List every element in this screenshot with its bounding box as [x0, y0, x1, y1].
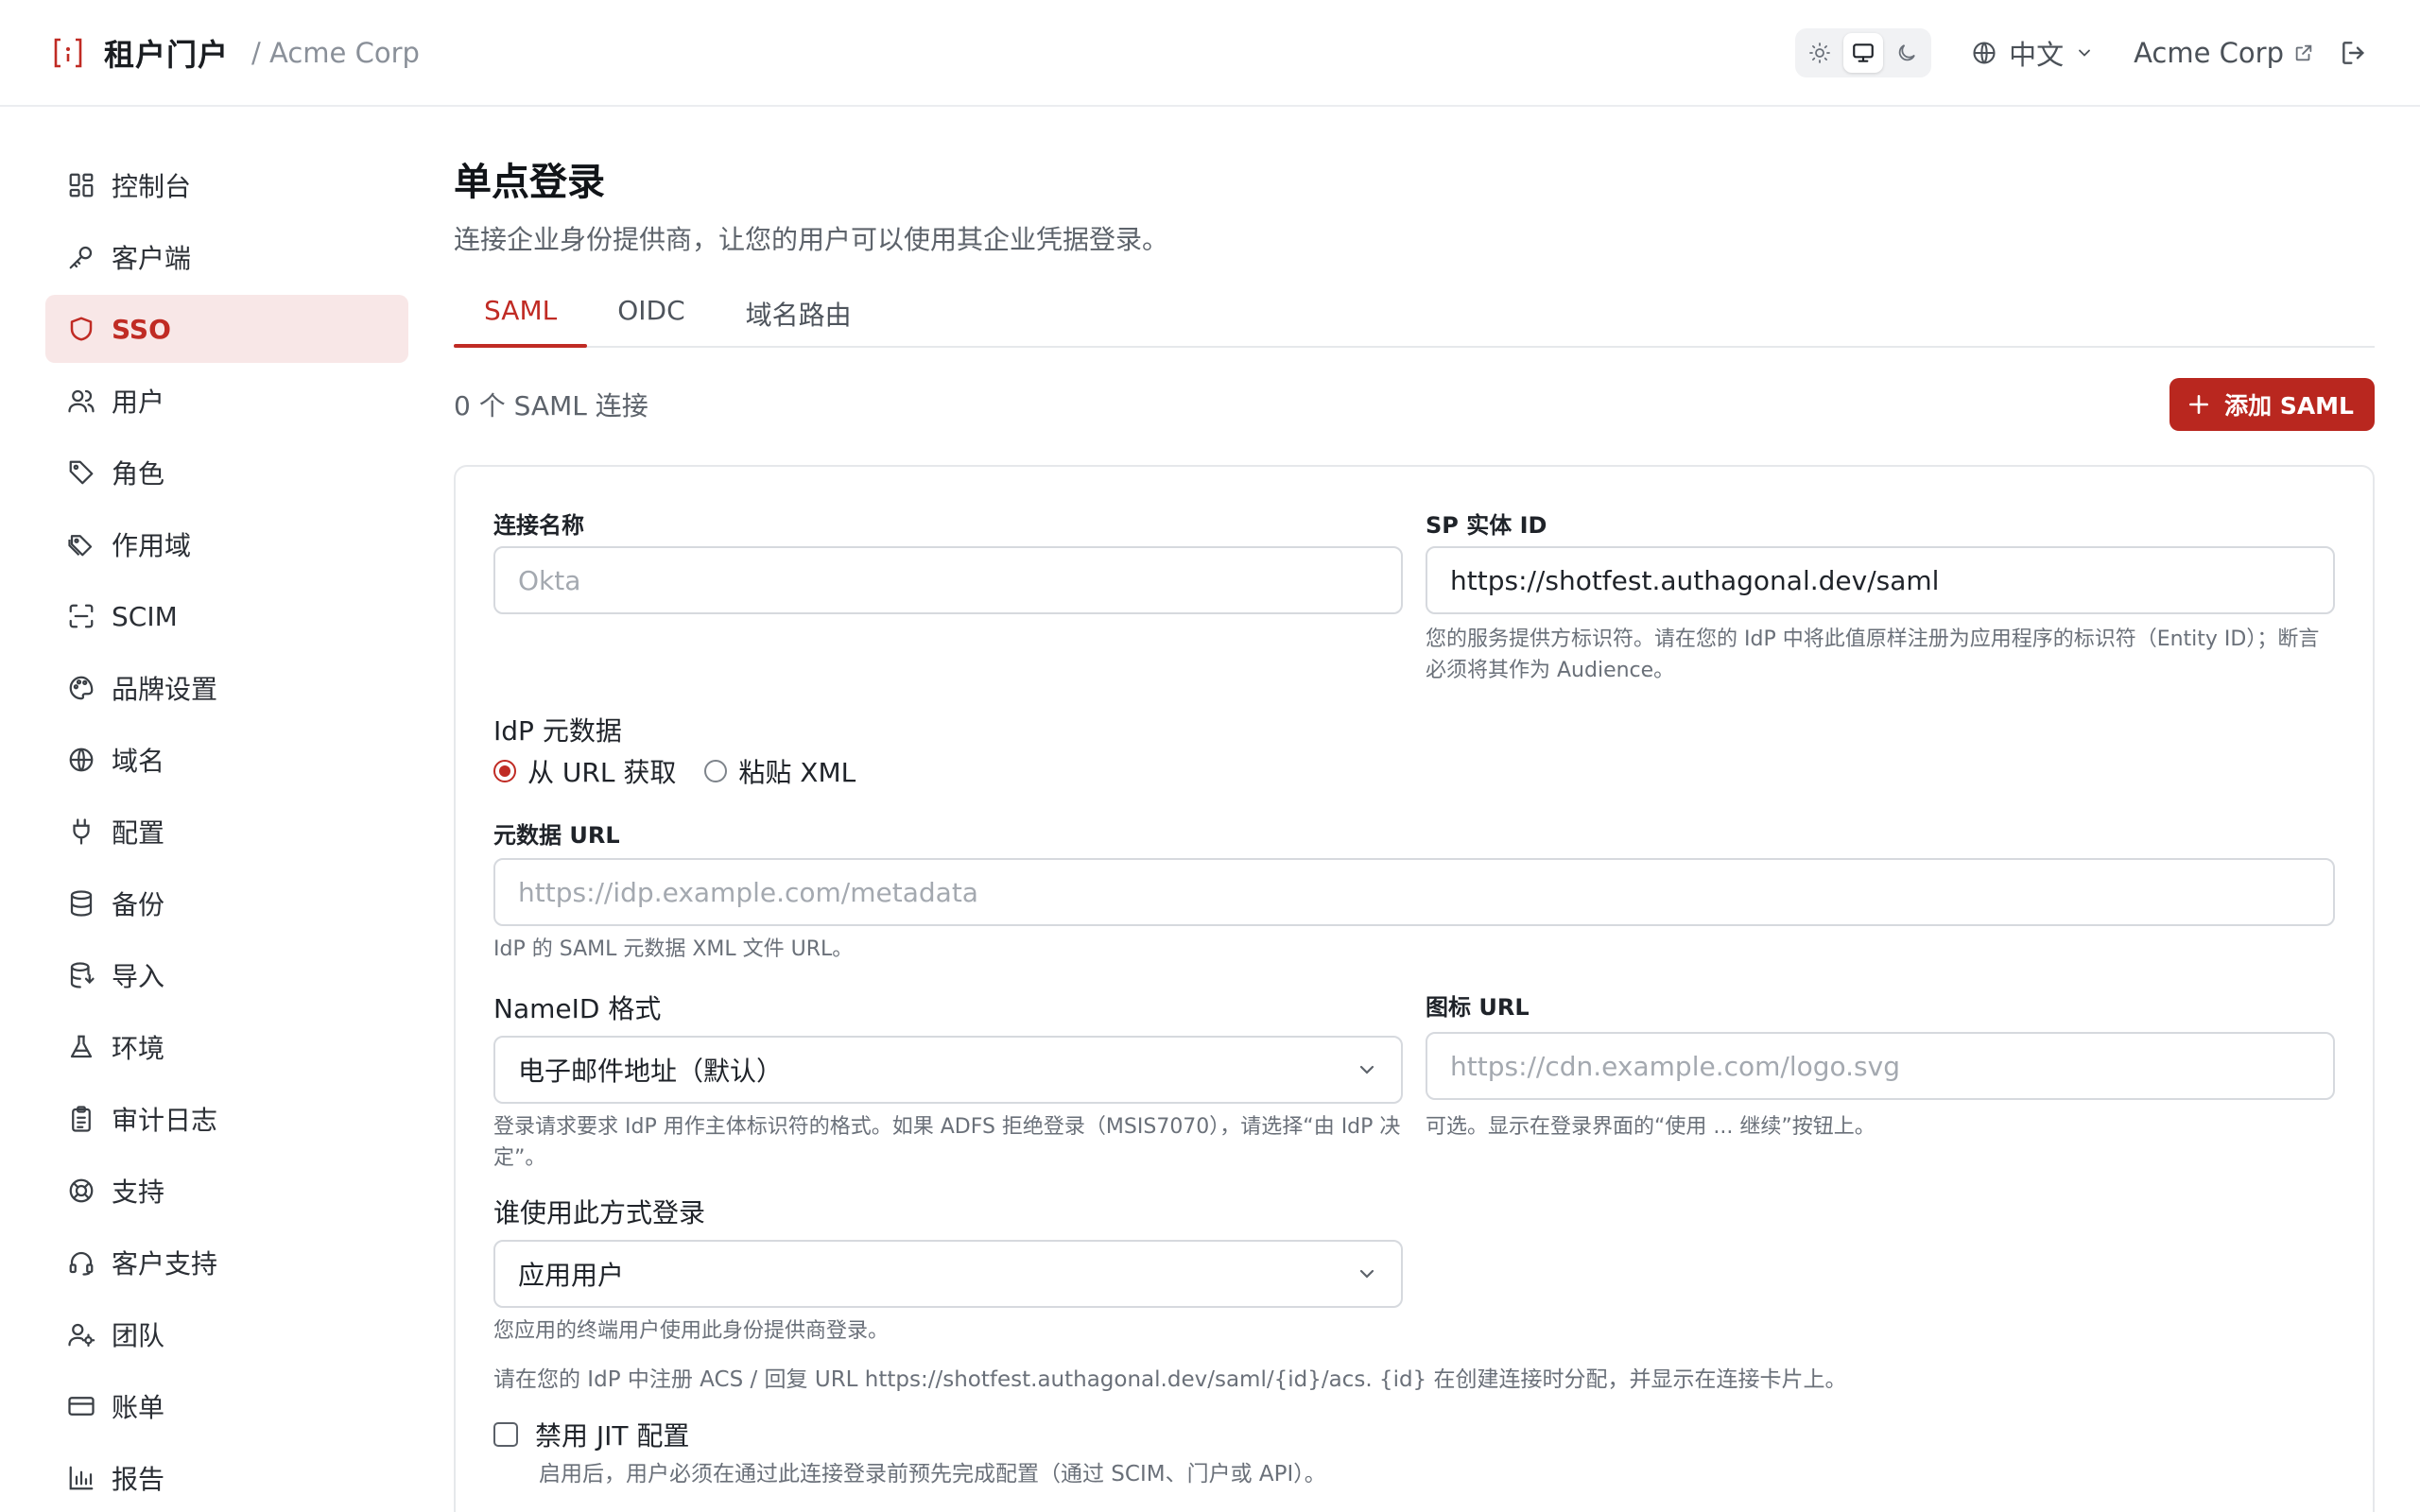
sidebar-item-dashboard[interactable]: 控制台: [45, 151, 408, 219]
moon-icon: [1895, 42, 1918, 64]
globe-icon: [1971, 40, 1997, 66]
dark-theme-button[interactable]: [1887, 33, 1927, 73]
sidebar-item-audit-log[interactable]: 审计日志: [45, 1085, 408, 1153]
tab-oidc[interactable]: OIDC: [587, 289, 715, 346]
page-title: 单点登录: [454, 161, 605, 204]
database-icon: [66, 888, 96, 919]
credit-card-icon: [66, 1391, 96, 1421]
language-label: 中文: [2009, 38, 2065, 71]
connection-name-label: 连接名称: [493, 512, 584, 539]
tab-domain-routing[interactable]: 域名路由: [716, 289, 882, 346]
sp-entity-id-input[interactable]: https://shotfest.authagonal.dev/saml: [1426, 546, 2335, 614]
monitor-icon: [1851, 41, 1876, 65]
disable-jit-checkbox[interactable]: [493, 1422, 518, 1447]
sp-entity-id-label: SP 实体 ID: [1426, 512, 1547, 539]
metadata-url-input[interactable]: https://idp.example.com/metadata: [493, 858, 2335, 926]
database-import-icon: [66, 960, 96, 990]
sp-entity-id-help: 您的服务提供方标识符。请在您的 IdP 中将此值原样注册为应用程序的标识符（En…: [1426, 627, 2320, 682]
sidebar-item-environments[interactable]: 环境: [45, 1013, 408, 1081]
login-audience-help: 您应用的终端用户使用此身份提供商登录。: [493, 1319, 890, 1343]
tenant-link-label: Acme Corp: [2134, 36, 2284, 69]
sidebar: 控制台 客户端 SSO 用户 角色 作用域 SCIM 品牌设置 域名 配置 备份: [45, 151, 408, 1512]
external-link-icon: [2293, 43, 2314, 63]
theme-toggle: [1795, 27, 1932, 77]
sidebar-item-users[interactable]: 用户: [45, 367, 408, 435]
key-icon: [66, 242, 96, 272]
disable-jit-row: 禁用 JIT 配置: [493, 1416, 689, 1453]
brand-title[interactable]: 租户门户: [104, 31, 229, 75]
nameid-format-select[interactable]: 电子邮件地址（默认）: [493, 1036, 1403, 1104]
nameid-format-help: 登录请求要求 IdP 用作主体标识符的格式。如果 ADFS 拒绝登录（MSIS7…: [493, 1115, 1401, 1170]
chevron-down-icon: [1356, 1058, 1378, 1081]
tab-saml[interactable]: SAML: [454, 289, 588, 348]
radio-from-url[interactable]: [493, 760, 516, 782]
light-theme-button[interactable]: [1800, 33, 1840, 73]
sidebar-item-branding[interactable]: 品牌设置: [45, 654, 408, 722]
login-audience-label: 谁使用此方式登录: [493, 1197, 706, 1228]
system-theme-button[interactable]: [1843, 32, 1884, 73]
idp-metadata-label: IdP 元数据: [493, 715, 622, 747]
connection-count: 0 个 SAML 连接: [454, 390, 648, 421]
chevron-down-icon: [1356, 1263, 1378, 1285]
add-saml-button[interactable]: 添加 SAML: [2169, 378, 2375, 431]
team-icon: [66, 1319, 96, 1349]
headset-icon: [66, 1247, 96, 1278]
shield-icon: [66, 314, 96, 344]
sun-icon: [1808, 42, 1831, 64]
sidebar-item-roles[interactable]: 角色: [45, 438, 408, 507]
tabs: SAML OIDC 域名路由: [454, 289, 2375, 348]
tags-icon: [66, 529, 96, 559]
acs-url-note: 请在您的 IdP 中注册 ACS / 回复 URL https://shotfe…: [493, 1367, 1847, 1392]
sidebar-item-sso[interactable]: SSO: [45, 295, 408, 363]
plug-icon: [66, 816, 96, 847]
metadata-source-radio-group: 从 URL 获取 粘贴 XML: [493, 752, 856, 790]
radio-paste-xml[interactable]: [704, 760, 728, 782]
palette-icon: [66, 673, 96, 703]
flask-icon: [66, 1032, 96, 1062]
sidebar-item-billing[interactable]: 账单: [45, 1372, 408, 1440]
scan-icon: [66, 601, 96, 631]
login-audience-select[interactable]: 应用用户: [493, 1240, 1403, 1308]
sidebar-item-scopes[interactable]: 作用域: [45, 510, 408, 578]
language-select[interactable]: 中文: [1971, 33, 2094, 73]
sidebar-item-backup[interactable]: 备份: [45, 869, 408, 937]
dashboard-icon: [66, 170, 96, 200]
page-description: 连接企业身份提供商，让您的用户可以使用其企业凭据登录。: [454, 224, 1169, 255]
nameid-format-label: NameID 格式: [493, 993, 662, 1024]
tag-icon: [66, 457, 96, 488]
tenant-breadcrumb: / Acme Corp: [251, 36, 420, 69]
logo-icon[interactable]: [51, 36, 85, 70]
logout-button[interactable]: [2339, 38, 2369, 68]
sidebar-item-support[interactable]: 支持: [45, 1157, 408, 1225]
metadata-url-help: IdP 的 SAML 元数据 XML 文件 URL。: [493, 937, 854, 961]
connection-name-input[interactable]: Okta: [493, 546, 1403, 614]
icon-url-label: 图标 URL: [1426, 994, 1530, 1021]
saml-form-card: 连接名称 Okta SP 实体 ID https://shotfest.auth…: [454, 465, 2375, 1512]
sidebar-item-reports[interactable]: 报告: [45, 1444, 408, 1512]
icon-url-help: 可选。显示在登录界面的“使用 ... 继续”按钮上。: [1426, 1115, 1876, 1139]
tenant-external-link[interactable]: Acme Corp: [2134, 37, 2314, 69]
disable-jit-label: 禁用 JIT 配置: [535, 1420, 690, 1452]
metadata-url-label: 元数据 URL: [493, 822, 620, 849]
sidebar-item-team[interactable]: 团队: [45, 1300, 408, 1368]
sidebar-item-import[interactable]: 导入: [45, 941, 408, 1009]
sidebar-item-customer-support[interactable]: 客户支持: [45, 1228, 408, 1297]
sidebar-item-domains[interactable]: 域名: [45, 726, 408, 794]
icon-url-input[interactable]: https://cdn.example.com/logo.svg: [1426, 1032, 2335, 1100]
sidebar-item-clients[interactable]: 客户端: [45, 223, 408, 291]
bar-chart-icon: [66, 1463, 96, 1493]
sidebar-item-scim[interactable]: SCIM: [45, 582, 408, 650]
plus-icon: [2187, 392, 2211, 417]
chevron-down-icon: [2075, 43, 2094, 62]
globe-icon: [66, 745, 96, 775]
main-content: 单点登录 连接企业身份提供商，让您的用户可以使用其企业凭据登录。 SAML OI…: [454, 151, 2375, 1512]
disable-jit-help: 启用后，用户必须在通过此连接登录前预先完成配置（通过 SCIM、门户或 API）…: [539, 1462, 1326, 1486]
lifebuoy-icon: [66, 1176, 96, 1206]
logout-icon: [2339, 38, 2369, 68]
top-header: 租户门户 / Acme Corp 中文 Acme Corp: [0, 0, 2420, 107]
clipboard-icon: [66, 1104, 96, 1134]
users-icon: [66, 386, 96, 416]
sidebar-item-config[interactable]: 配置: [45, 798, 408, 866]
